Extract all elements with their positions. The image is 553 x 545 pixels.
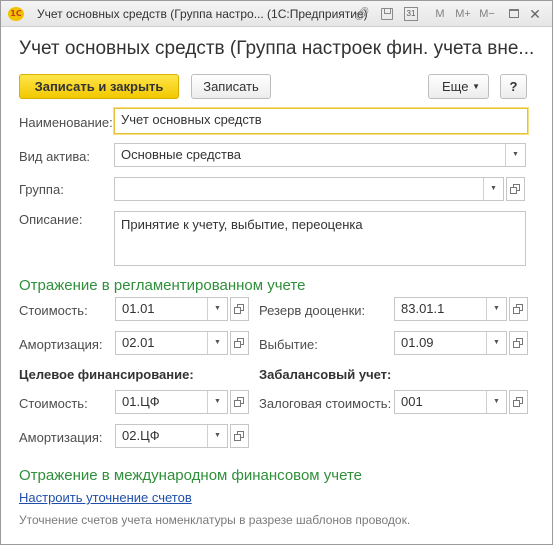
reserve-label: Резерв дооценки: <box>259 303 366 318</box>
window-title: Учет основных средств (Группа настро... … <box>37 7 368 21</box>
chevron-down-icon[interactable]: ▼ <box>207 332 227 354</box>
link-icon[interactable]: 🔗︎ <box>353 6 371 22</box>
cost-account-select[interactable]: 01.01 ▼ <box>115 297 228 321</box>
form-window: 1С Учет основных средств (Группа настро.… <box>0 0 553 545</box>
disposal-account-value: 01.09 <box>401 335 434 350</box>
tf-depreciation-label: Амортизация: <box>19 430 103 445</box>
open-icon[interactable] <box>230 331 249 355</box>
open-icon[interactable] <box>230 297 249 321</box>
chevron-down-icon[interactable]: ▼ <box>207 298 227 320</box>
open-icon[interactable] <box>230 390 249 414</box>
configure-accounts-link[interactable]: Настроить уточнение счетов <box>19 490 192 505</box>
off-balance-heading: Забалансовый учет: <box>259 367 392 382</box>
tf-cost-account-value: 01.ЦФ <box>122 394 160 409</box>
asset-type-label: Вид актива: <box>19 149 91 164</box>
save-icon[interactable] <box>380 6 394 22</box>
open-icon[interactable] <box>509 331 528 355</box>
name-input[interactable]: Учет основных средств <box>114 108 528 134</box>
calendar-icon[interactable]: 31 <box>404 6 418 22</box>
close-icon[interactable]: ✕ <box>528 6 542 22</box>
chevron-down-icon[interactable]: ▼ <box>486 298 506 320</box>
memory-plus-button[interactable]: M+ <box>453 6 473 22</box>
collateral-label: Залоговая стоимость: <box>259 396 392 411</box>
cost-account-value: 01.01 <box>122 301 155 316</box>
reserve-account-value: 83.01.1 <box>401 301 445 316</box>
chevron-down-icon[interactable]: ▼ <box>207 391 227 413</box>
target-financing-heading: Целевое финансирование: <box>19 367 194 382</box>
tf-cost-label: Стоимость: <box>19 396 88 411</box>
depreciation-label: Амортизация: <box>19 337 103 352</box>
international-note: Уточнение счетов учета номенклатуры в ра… <box>19 513 411 527</box>
depreciation-account-select[interactable]: 02.01 ▼ <box>115 331 228 355</box>
memory-minus-button[interactable]: M− <box>477 6 497 22</box>
regulated-section-heading: Отражение в регламентированном учете <box>19 277 306 294</box>
more-button-label: Еще <box>442 79 469 94</box>
open-icon[interactable] <box>509 390 528 414</box>
collateral-account-select[interactable]: 001 ▼ <box>394 390 507 414</box>
tf-depreciation-account-value: 02.ЦФ <box>122 428 160 443</box>
open-icon[interactable] <box>230 424 249 448</box>
cost-label: Стоимость: <box>19 303 88 318</box>
chevron-down-icon[interactable]: ▼ <box>486 332 506 354</box>
chevron-down-icon[interactable]: ▼ <box>486 391 506 413</box>
asset-type-value: Основные средства <box>121 147 241 162</box>
asset-type-select[interactable]: Основные средства ▼ <box>114 143 526 167</box>
collateral-account-value: 001 <box>401 394 423 409</box>
title-bar: 1С Учет основных средств (Группа настро.… <box>1 1 552 27</box>
open-icon[interactable] <box>509 297 528 321</box>
group-select[interactable]: ▼ <box>114 177 504 201</box>
maximize-icon[interactable] <box>508 6 520 22</box>
chevron-down-icon[interactable]: ▼ <box>483 178 503 200</box>
disposal-label: Выбытие: <box>259 337 318 352</box>
chevron-down-icon: ▼ <box>472 82 480 91</box>
reserve-account-select[interactable]: 83.01.1 ▼ <box>394 297 507 321</box>
save-and-close-button[interactable]: Записать и закрыть <box>19 74 179 99</box>
tf-cost-account-select[interactable]: 01.ЦФ ▼ <box>115 390 228 414</box>
memory-m-button[interactable]: M <box>432 6 448 22</box>
save-button[interactable]: Записать <box>191 74 271 99</box>
group-label: Группа: <box>19 182 64 197</box>
name-label: Наименование: <box>19 115 113 130</box>
more-button[interactable]: Еще ▼ <box>428 74 489 99</box>
app-logo-icon: 1С <box>8 7 24 21</box>
tf-depreciation-account-select[interactable]: 02.ЦФ ▼ <box>115 424 228 448</box>
description-textarea[interactable]: Принятие к учету, выбытие, переоценка <box>114 211 526 266</box>
open-icon[interactable] <box>506 177 525 201</box>
description-label: Описание: <box>19 212 83 227</box>
form-title: Учет основных средств (Группа настроек ф… <box>19 38 535 59</box>
help-button[interactable]: ? <box>500 74 527 99</box>
disposal-account-select[interactable]: 01.09 ▼ <box>394 331 507 355</box>
international-section-heading: Отражение в международном финансовом уче… <box>19 467 362 484</box>
chevron-down-icon[interactable]: ▼ <box>505 144 525 166</box>
depreciation-account-value: 02.01 <box>122 335 155 350</box>
chevron-down-icon[interactable]: ▼ <box>207 425 227 447</box>
